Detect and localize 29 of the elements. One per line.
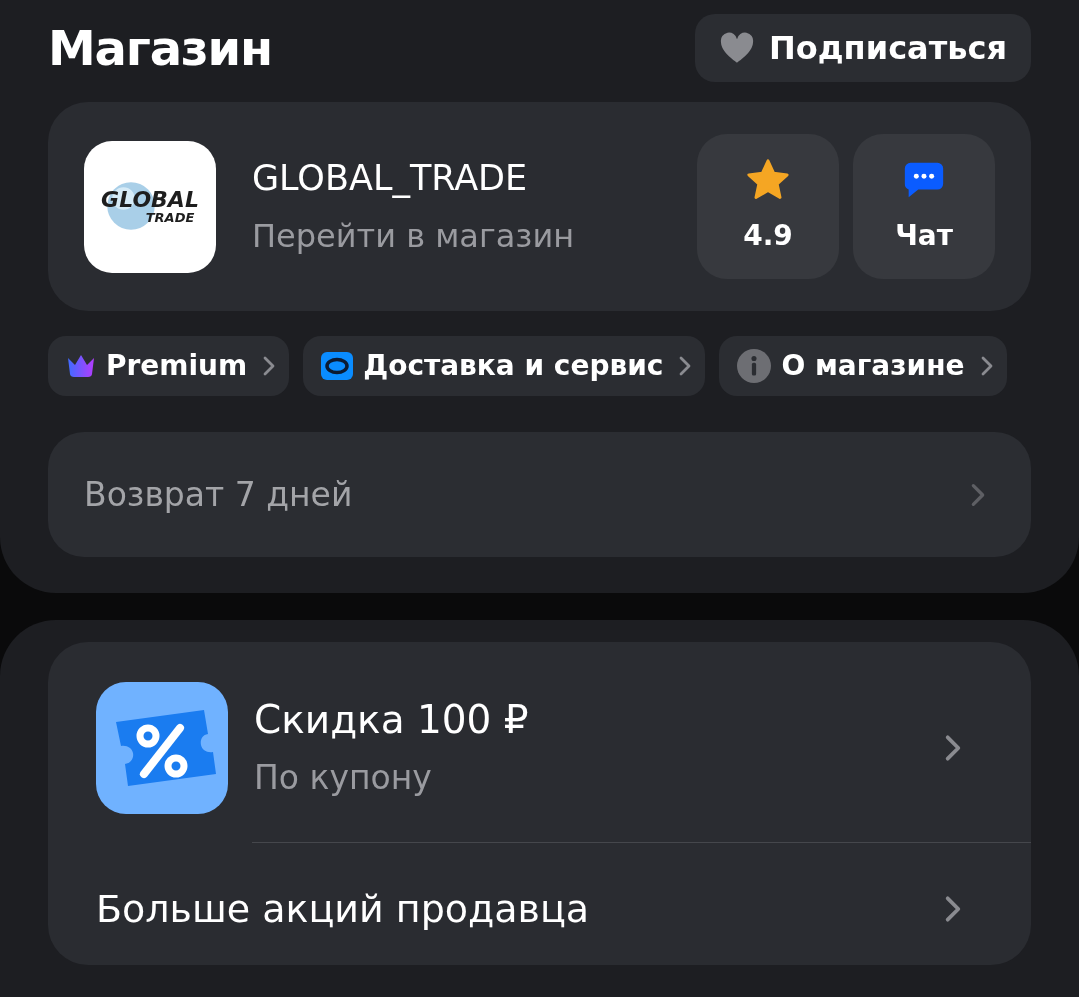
coupon-row[interactable]: Скидка 100 ₽ По купону (48, 642, 1031, 842)
heart-icon (719, 32, 755, 64)
logo-text: TRADE (145, 210, 195, 225)
delivery-service-icon (321, 352, 354, 380)
chevron-right-icon (263, 356, 276, 376)
subscribe-button[interactable]: Подписаться (695, 14, 1031, 82)
crown-icon (66, 354, 96, 378)
discount-coupon-icon (96, 682, 228, 814)
chevron-right-icon (945, 894, 961, 924)
info-icon (737, 349, 772, 383)
logo-text: GLOBAL (101, 188, 199, 211)
more-promotions-row[interactable]: Больше акций продавца (48, 843, 1031, 935)
chevron-right-icon (679, 356, 692, 376)
chevron-right-icon (945, 733, 961, 763)
shop-info-chip[interactable]: О магазине (719, 336, 1007, 396)
go-to-shop-link[interactable]: Перейти в магазин (252, 211, 697, 260)
shop-name: GLOBAL_TRADE (252, 156, 529, 200)
chevron-right-icon (980, 356, 993, 376)
chat-button[interactable]: Чат (853, 134, 995, 279)
rating-value: 4.9 (743, 217, 793, 254)
chevron-right-icon (971, 482, 985, 507)
shop-info-chip[interactable]: Premium (48, 336, 290, 396)
return-policy-row[interactable]: Возврат 7 дней (48, 432, 1031, 557)
coupon-subtitle: По купону (254, 757, 433, 799)
shop-logo[interactable]: GLOBAL TRADE (84, 140, 216, 273)
shop-info-chip[interactable]: Доставка и сервис (303, 336, 706, 396)
page-title: Магазин (48, 19, 272, 78)
rating-tile[interactable]: 4.9 (697, 134, 839, 279)
coupon-title: Скидка 100 ₽ (254, 696, 530, 744)
